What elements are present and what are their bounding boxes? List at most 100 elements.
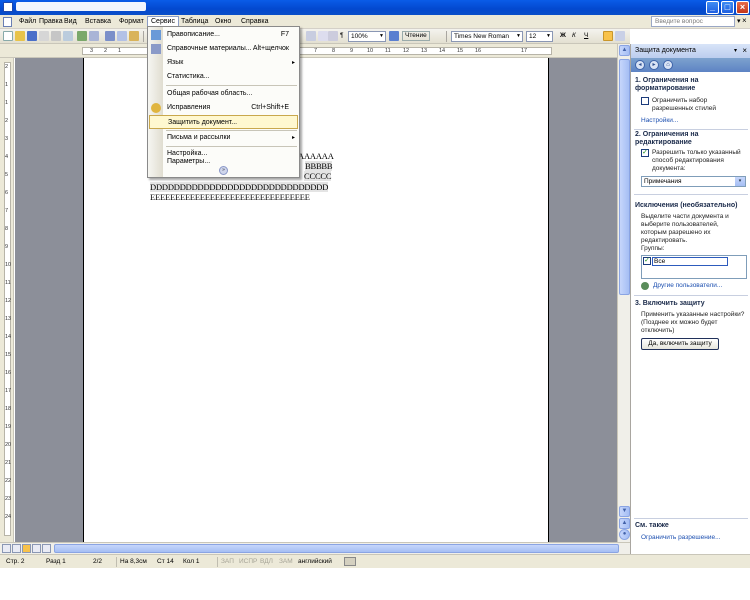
font-size-select[interactable]: 12 ▼ xyxy=(526,31,553,42)
previous-page-icon[interactable]: ▲ xyxy=(619,518,630,529)
groups-list[interactable]: ✓ Все xyxy=(641,255,747,279)
research-icon[interactable] xyxy=(89,31,99,41)
group-everyone-checkbox[interactable]: ✓ xyxy=(643,257,651,265)
menu-item-research[interactable]: Справочные материалы... Alt+щелчок xyxy=(148,42,299,56)
underline-button[interactable]: Ч xyxy=(584,32,588,39)
task-pane-close-icon[interactable]: × xyxy=(742,46,747,55)
menu-item-shared-workspace[interactable]: Общая рабочая область... xyxy=(148,87,299,101)
columns-icon[interactable] xyxy=(306,31,316,41)
status-rec[interactable]: ЗАП xyxy=(221,558,234,565)
word-app-icon[interactable] xyxy=(3,2,13,12)
restrict-styles-label: Ограничить набор разрешенных стилей xyxy=(652,97,717,112)
back-icon[interactable]: ◂ xyxy=(635,60,645,70)
status-ovr[interactable]: ЗАМ xyxy=(279,558,293,565)
scroll-thumb[interactable] xyxy=(619,59,630,295)
vertical-scrollbar[interactable]: ▲ ▼ ▲ ● xyxy=(617,44,630,542)
font-name-select[interactable]: Times New Roman ▼ xyxy=(451,31,523,42)
align-left-icon[interactable] xyxy=(603,31,613,41)
menu-item-statistics[interactable]: Статистика... xyxy=(148,70,299,84)
new-document-icon[interactable] xyxy=(3,31,13,41)
horizontal-scrollbar[interactable] xyxy=(0,542,630,554)
status-track[interactable]: ИСПР xyxy=(239,558,257,565)
status-language[interactable]: английский xyxy=(298,558,332,565)
document-line[interactable]: EEEEEEEEEEEEEEEEEEEEEEEEEEEEEEEE xyxy=(150,192,310,202)
save-icon[interactable] xyxy=(27,31,37,41)
restrict-styles-checkbox[interactable] xyxy=(641,97,649,105)
document-icon[interactable] xyxy=(3,17,12,27)
reading-view-icon[interactable] xyxy=(42,544,51,553)
allow-editing-checkbox[interactable]: ✓ xyxy=(641,149,649,157)
print-layout-icon[interactable] xyxy=(22,544,31,553)
print-preview-icon[interactable] xyxy=(63,31,73,41)
menu-item-protect-document[interactable]: Защитить документ... xyxy=(149,115,298,129)
font-name-dropdown-icon[interactable]: ▼ xyxy=(515,32,522,41)
minimize-button[interactable]: _ xyxy=(706,1,719,14)
open-folder-icon[interactable] xyxy=(15,31,25,41)
copy-icon[interactable] xyxy=(117,31,127,41)
scroll-up-icon[interactable]: ▲ xyxy=(619,45,630,56)
task-pane-dropdown-icon[interactable]: ▾ xyxy=(734,47,737,54)
document-line[interactable]: CCCCC xyxy=(304,171,332,181)
menu-insert[interactable]: Вставка xyxy=(82,17,114,28)
document-line[interactable]: DDDDDDDDDDDDDDDDDDDDDDDDDDDDDD xyxy=(150,182,328,192)
normal-view-icon[interactable] xyxy=(2,544,11,553)
show-formatting-icon[interactable]: ¶ xyxy=(340,32,344,39)
horizontal-scroll-thumb[interactable] xyxy=(54,544,619,553)
ruler-tick: 17 xyxy=(5,388,12,394)
ruler-tick: 3 xyxy=(90,48,94,54)
forward-icon[interactable]: ▸ xyxy=(649,60,659,70)
help-search-input[interactable]: Введите вопрос xyxy=(651,16,735,27)
bold-button[interactable]: Ж xyxy=(560,32,566,39)
ruler-tick: 2 xyxy=(5,64,9,70)
document-area[interactable]: AAAAAA BBBBB CCCCC DDDDDDDDDDDDDDDDDDDDD… xyxy=(15,58,617,542)
group-everyone-item[interactable]: Все xyxy=(652,257,728,266)
drawing-icon[interactable] xyxy=(318,31,328,41)
more-users-link[interactable]: Другие пользователи... xyxy=(653,282,722,289)
spelling-check-icon[interactable] xyxy=(77,31,87,41)
spelling-icon xyxy=(151,30,161,40)
spelling-status-icon[interactable] xyxy=(344,557,356,566)
zoom-dropdown-icon[interactable]: ▼ xyxy=(378,32,385,41)
status-position: На 8,3см xyxy=(120,558,147,565)
permission-icon[interactable] xyxy=(39,31,49,41)
maximize-button[interactable]: □ xyxy=(721,1,734,14)
font-size-dropdown-icon[interactable]: ▼ xyxy=(545,32,552,41)
menu-item-spelling[interactable]: Правописание... F7 xyxy=(148,28,299,42)
window-title xyxy=(16,2,146,11)
enforce-protection-button[interactable]: Да, включить защиту xyxy=(641,338,719,350)
menu-format[interactable]: Формат xyxy=(116,17,147,28)
ruler-tick: 12 xyxy=(5,298,12,304)
document-line[interactable]: BBBBB xyxy=(305,161,333,171)
italic-button[interactable]: К xyxy=(572,32,576,39)
document-line[interactable]: AAAAAA xyxy=(298,151,334,161)
vertical-ruler[interactable]: 2 1 1 2 3 4 5 6 7 8 9 10 11 12 13 14 15 16 17 18 19 20 21 22 23 2… xyxy=(0,58,14,542)
web-view-icon[interactable] xyxy=(12,544,21,553)
editing-type-select[interactable]: Примечания ▾ xyxy=(641,176,746,187)
menu-view[interactable]: Вид xyxy=(61,17,80,28)
restrict-permission-link[interactable]: Ограничить разрешение... xyxy=(641,534,721,541)
zoom-select[interactable]: 100% ▼ xyxy=(348,31,386,42)
align-center-icon[interactable] xyxy=(615,31,625,41)
print-icon[interactable] xyxy=(51,31,61,41)
expand-menu-icon[interactable]: » xyxy=(219,166,228,175)
browse-object-icon[interactable]: ● xyxy=(619,529,630,540)
scroll-down-icon[interactable]: ▼ xyxy=(619,506,630,517)
horizontal-ruler[interactable]: 3 2 1 7 8 9 10 11 12 13 14 15 16 17 xyxy=(0,44,630,58)
help-icon[interactable] xyxy=(389,31,399,41)
paste-icon[interactable] xyxy=(129,31,139,41)
close-button[interactable]: × xyxy=(736,1,749,14)
help-dropdown-icon[interactable]: ▾ xyxy=(737,17,741,25)
status-ext[interactable]: ВДЛ xyxy=(260,558,273,565)
outline-view-icon[interactable] xyxy=(32,544,41,553)
document-map-icon[interactable] xyxy=(328,31,338,41)
read-mode-button[interactable]: Чтение xyxy=(402,31,430,41)
editing-type-dropdown-icon[interactable]: ▾ xyxy=(735,177,745,186)
menu-item-mailings[interactable]: Письма и рассылки ▸ xyxy=(148,131,299,145)
home-icon[interactable]: ⌂ xyxy=(663,60,673,70)
cut-icon[interactable] xyxy=(105,31,115,41)
menu-item-track-changes[interactable]: Исправления Ctrl+Shift+E xyxy=(148,101,299,115)
formatting-settings-link[interactable]: Настройки... xyxy=(641,117,678,124)
ruler-tick: 6 xyxy=(5,190,9,196)
menu-item-language[interactable]: Язык ▸ xyxy=(148,56,299,70)
close-document-icon[interactable]: × xyxy=(742,16,747,25)
